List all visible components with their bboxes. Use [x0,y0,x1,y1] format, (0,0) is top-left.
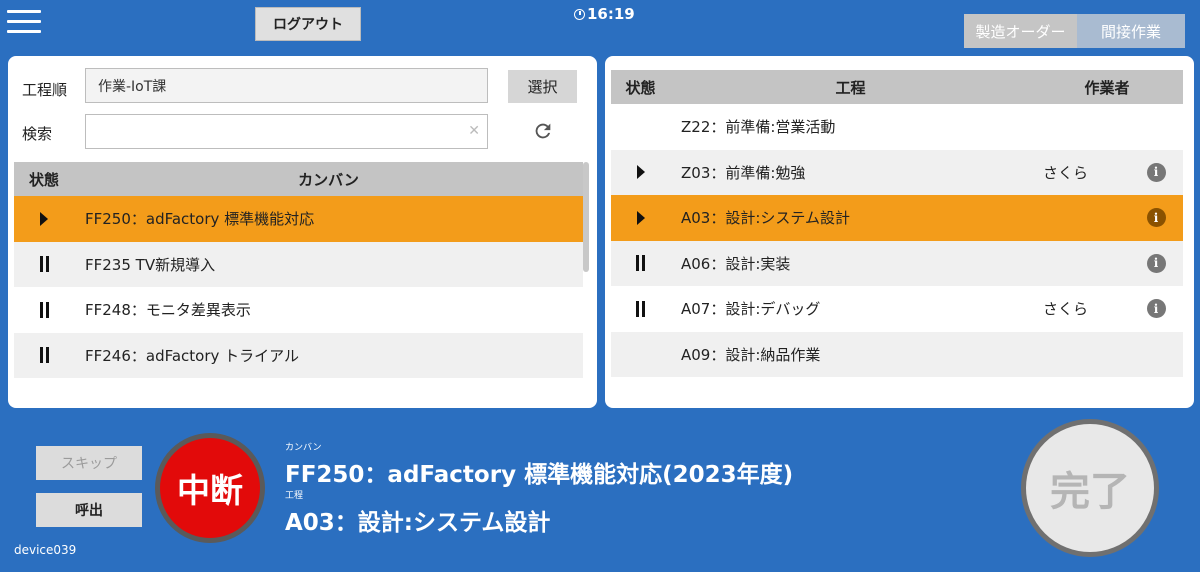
clear-icon[interactable]: ✕ [468,123,480,139]
process-panel: 状態 工程 作業者 Z22：前準備:営業活動 Z03：前準備:勉強 さくら i A03：… [605,56,1194,408]
process-table-header: 状態 工程 作業者 [611,70,1183,104]
clock-icon [574,8,585,20]
row-info: i [1141,208,1171,228]
row-info: i [1141,162,1171,182]
logout-button[interactable]: ログアウト [255,7,361,41]
process-table: 状態 工程 作業者 Z22：前準備:営業活動 Z03：前準備:勉強 さくら i A03：… [611,70,1183,377]
row-state [14,256,74,273]
play-icon [636,210,645,225]
row-info: i [1141,299,1171,319]
row-state [14,211,74,226]
pause-icon [636,255,645,272]
row-kanban-name: FF250：adFactory 標準機能対応 [85,210,315,229]
info-icon[interactable]: i [1146,253,1166,273]
row-state [611,300,670,317]
device-id: device039 [14,543,77,557]
pause-icon [39,347,49,364]
call-button[interactable]: 呼出 [36,493,142,527]
order-label: 工程順 [22,81,68,99]
row-process-name: A09：設計:納品作業 [681,345,821,364]
row-state [14,347,74,364]
suspend-button[interactable]: 中断 [155,433,265,543]
info-icon[interactable]: i [1146,208,1166,228]
row-process-name: A06：設計:実装 [681,254,791,273]
play-icon [636,165,645,180]
process-row[interactable]: Z03：前準備:勉強 さくら i [611,149,1183,195]
col-worker: 作業者 [1084,78,1130,97]
row-info: i [1141,253,1171,273]
row-kanban-name: FF248：モニタ差異表示 [85,301,251,320]
col-kanban: カンバン [298,170,359,189]
row-worker: さくら [1043,300,1089,319]
menu-icon[interactable] [7,10,41,36]
clock: 16:19 [574,5,635,23]
process-row[interactable]: Z22：前準備:営業活動 [611,104,1183,150]
clock-time: 16:19 [587,5,635,23]
select-button[interactable]: 選択 [508,70,577,103]
kanban-table-header: 状態 カンバン [14,162,583,196]
row-state [611,165,670,180]
kanban-row[interactable]: FF250：adFactory 標準機能対応 [14,196,583,242]
row-kanban-name: FF246：adFactory トライアル [85,346,300,365]
pause-icon [39,301,49,318]
complete-button[interactable]: 完了 [1021,419,1159,557]
refresh-icon[interactable] [532,120,554,142]
kanban-row[interactable]: FF235 TV新規導入 [14,241,583,287]
row-worker: さくら [1043,163,1089,182]
search-label: 検索 [22,125,53,143]
mode-tabs: 製造オーダー 間接作業 [964,14,1185,48]
col-state: 状態 [625,78,656,97]
current-kanban: FF250：adFactory 標準機能対応(2023年度) [285,462,794,488]
kanban-caption: カンバン [285,443,322,453]
kanban-panel: 工程順 作業-IoT課 選択 検索 ✕ 状態 カンバン FF250：adFact… [8,56,597,408]
row-process-name: A03：設計:システム設計 [681,209,850,228]
row-state [611,210,670,225]
pause-icon [39,256,49,273]
process-caption: 工程 [285,491,304,501]
play-icon [40,211,48,226]
kanban-row[interactable]: FF246：adFactory トライアル [14,332,583,378]
info-icon[interactable]: i [1146,299,1166,319]
row-state [14,301,74,318]
col-state: 状態 [28,170,59,189]
order-field[interactable]: 作業-IoT課 [85,68,488,103]
tab-indirect-work[interactable]: 間接作業 [1077,14,1185,48]
process-row[interactable]: A06：設計:実装 i [611,240,1183,286]
pause-icon [636,300,645,317]
kanban-table: 状態 カンバン FF250：adFactory 標準機能対応 FF235 TV新規… [14,162,583,378]
row-state [611,255,670,272]
tab-production-order[interactable]: 製造オーダー [964,14,1077,48]
current-process: A03：設計:システム設計 [285,510,551,536]
scrollbar[interactable] [583,162,589,272]
info-icon[interactable]: i [1146,162,1166,182]
skip-button[interactable]: スキップ [36,446,142,480]
process-row[interactable]: A07：設計:デバッグ さくら i [611,286,1183,332]
process-row[interactable]: A03：設計:システム設計 i [611,195,1183,241]
kanban-row[interactable]: FF248：モニタ差異表示 [14,287,583,333]
search-input[interactable]: ✕ [85,114,488,149]
order-value: 作業-IoT課 [98,78,167,95]
row-process-name: A07：設計:デバッグ [681,300,821,319]
row-process-name: Z22：前準備:営業活動 [681,118,836,137]
row-process-name: Z03：前準備:勉強 [681,163,806,182]
process-row[interactable]: A09：設計:納品作業 [611,331,1183,377]
col-process: 工程 [835,78,866,97]
row-kanban-name: FF235 TV新規導入 [85,255,216,274]
